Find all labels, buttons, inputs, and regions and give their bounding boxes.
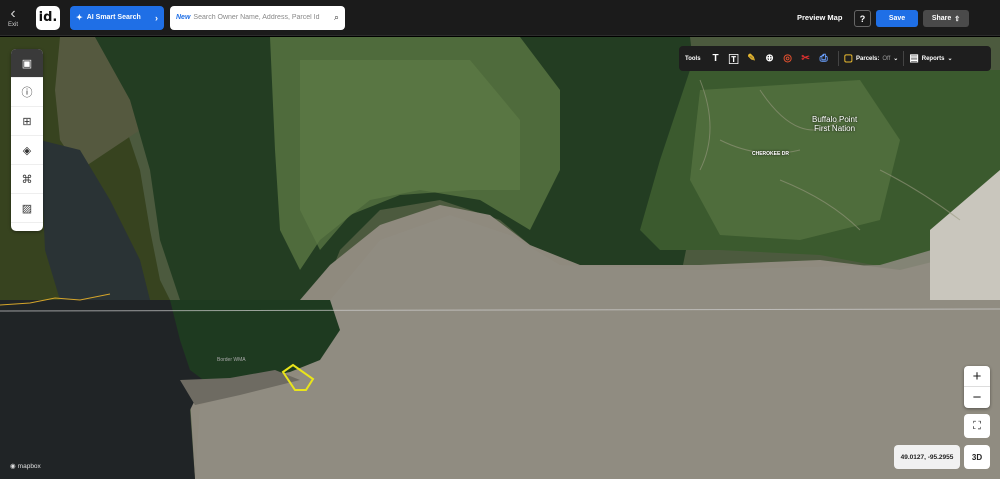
hierarchy-icon: ⌘ [21, 173, 33, 186]
mapbox-label: mapbox [17, 462, 41, 470]
exit-label: Exit [7, 22, 18, 28]
parcels-label: Parcels: [856, 55, 880, 62]
zoom-in-button[interactable]: + [964, 366, 990, 387]
road-label: CHEROKEE DR [752, 151, 789, 157]
preview-map-button[interactable]: Preview Map [797, 13, 842, 22]
3d-toggle-button[interactable]: 3D [964, 445, 990, 469]
zoom-out-button[interactable]: − [964, 387, 990, 408]
info-button[interactable]: ⓘ [11, 78, 43, 107]
place-label: Buffalo Point First Nation [812, 115, 858, 133]
layers-icon: ◈ [22, 144, 32, 157]
panel-button[interactable]: ▣ [11, 49, 43, 78]
logo[interactable]: id. [36, 5, 60, 30]
text-box-icon[interactable]: 🅃 [725, 51, 743, 66]
coordinates-readout: 49.0127, -95.2955 [894, 445, 960, 469]
text-icon[interactable]: T [707, 53, 725, 64]
globe-icon[interactable]: ⊕ [761, 53, 779, 64]
zoom-control: + − [964, 366, 990, 408]
report-icon: ▤ [909, 53, 919, 64]
image-icon: ▨ [21, 202, 33, 215]
share-label: Share [931, 15, 952, 22]
parcels-toggle[interactable]: ▢ Parcels: Off ⌄ [844, 53, 899, 64]
reports-label: Reports [921, 55, 945, 62]
toolbar-divider [837, 51, 839, 66]
chevron-down-icon: ⌄ [893, 56, 899, 62]
new-badge: New [176, 14, 191, 21]
map-imagery [0, 37, 1000, 479]
info-icon: ⓘ [21, 87, 33, 99]
mapbox-logo-icon: ◉ [10, 463, 16, 470]
parcel-icon: ▢ [843, 53, 854, 64]
sparkle-icon: ✦ [76, 13, 83, 22]
ai-smart-search-button[interactable]: ✦ AI Smart Search › [70, 5, 164, 30]
area-label: Border WMA [217, 357, 246, 363]
save-button[interactable]: Save [876, 10, 918, 27]
panel-icon: ▣ [21, 57, 33, 70]
satellite-map[interactable]: Buffalo Point First Nation CHEROKEE DR B… [0, 37, 1000, 479]
tools-label: Tools [685, 55, 701, 62]
left-sidebar: ▣ ⓘ ⊞ ◈ ⌘ ▨ [11, 49, 43, 231]
map-app: ‹ Exit id. ✦ AI Smart Search › New ⌕ Pre… [0, 0, 1000, 479]
top-bar: ‹ Exit id. ✦ AI Smart Search › New ⌕ Pre… [0, 0, 1000, 36]
search-input[interactable] [193, 14, 334, 21]
ai-smart-search-label: AI Smart Search [86, 14, 141, 21]
share-button[interactable]: Share ⇧ [923, 10, 969, 27]
ruler-icon[interactable]: ✎ [743, 53, 761, 64]
scissors-icon[interactable]: ✂ [797, 53, 815, 64]
map-book-button[interactable]: ⊞ [11, 107, 43, 136]
focus-icon: ⛶ [973, 419, 981, 432]
reports-button[interactable]: ▤ Reports ⌄ [909, 53, 952, 64]
fullscreen-button[interactable]: ⛶ [964, 414, 990, 438]
tools-toolbar: Tools T 🅃 ✎ ⊕ ◎ ✂ ⎙ ▢ Parcels: Off ⌄ ▤ R… [679, 46, 991, 71]
help-button[interactable]: ? [854, 10, 871, 27]
map-book-icon: ⊞ [22, 115, 32, 128]
hierarchy-button[interactable]: ⌘ [11, 165, 43, 194]
circle-icon[interactable]: ◎ [779, 53, 797, 64]
chevron-left-icon: ‹ [10, 5, 16, 22]
exit-button[interactable]: ‹ Exit [0, 0, 26, 36]
toolbar-divider [903, 51, 905, 66]
search-bar: New ⌕ [170, 5, 345, 30]
share-icon: ⇧ [954, 15, 961, 23]
chevron-down-icon: ⌄ [947, 56, 953, 62]
mapbox-attribution[interactable]: ◉ mapbox [10, 462, 41, 471]
chevron-right-icon: › [155, 12, 158, 23]
image-button[interactable]: ▨ [11, 194, 43, 223]
search-icon[interactable]: ⌕ [334, 12, 339, 23]
layers-button[interactable]: ◈ [11, 136, 43, 165]
parcels-state: Off [882, 55, 891, 62]
printer-icon[interactable]: ⎙ [815, 53, 833, 64]
